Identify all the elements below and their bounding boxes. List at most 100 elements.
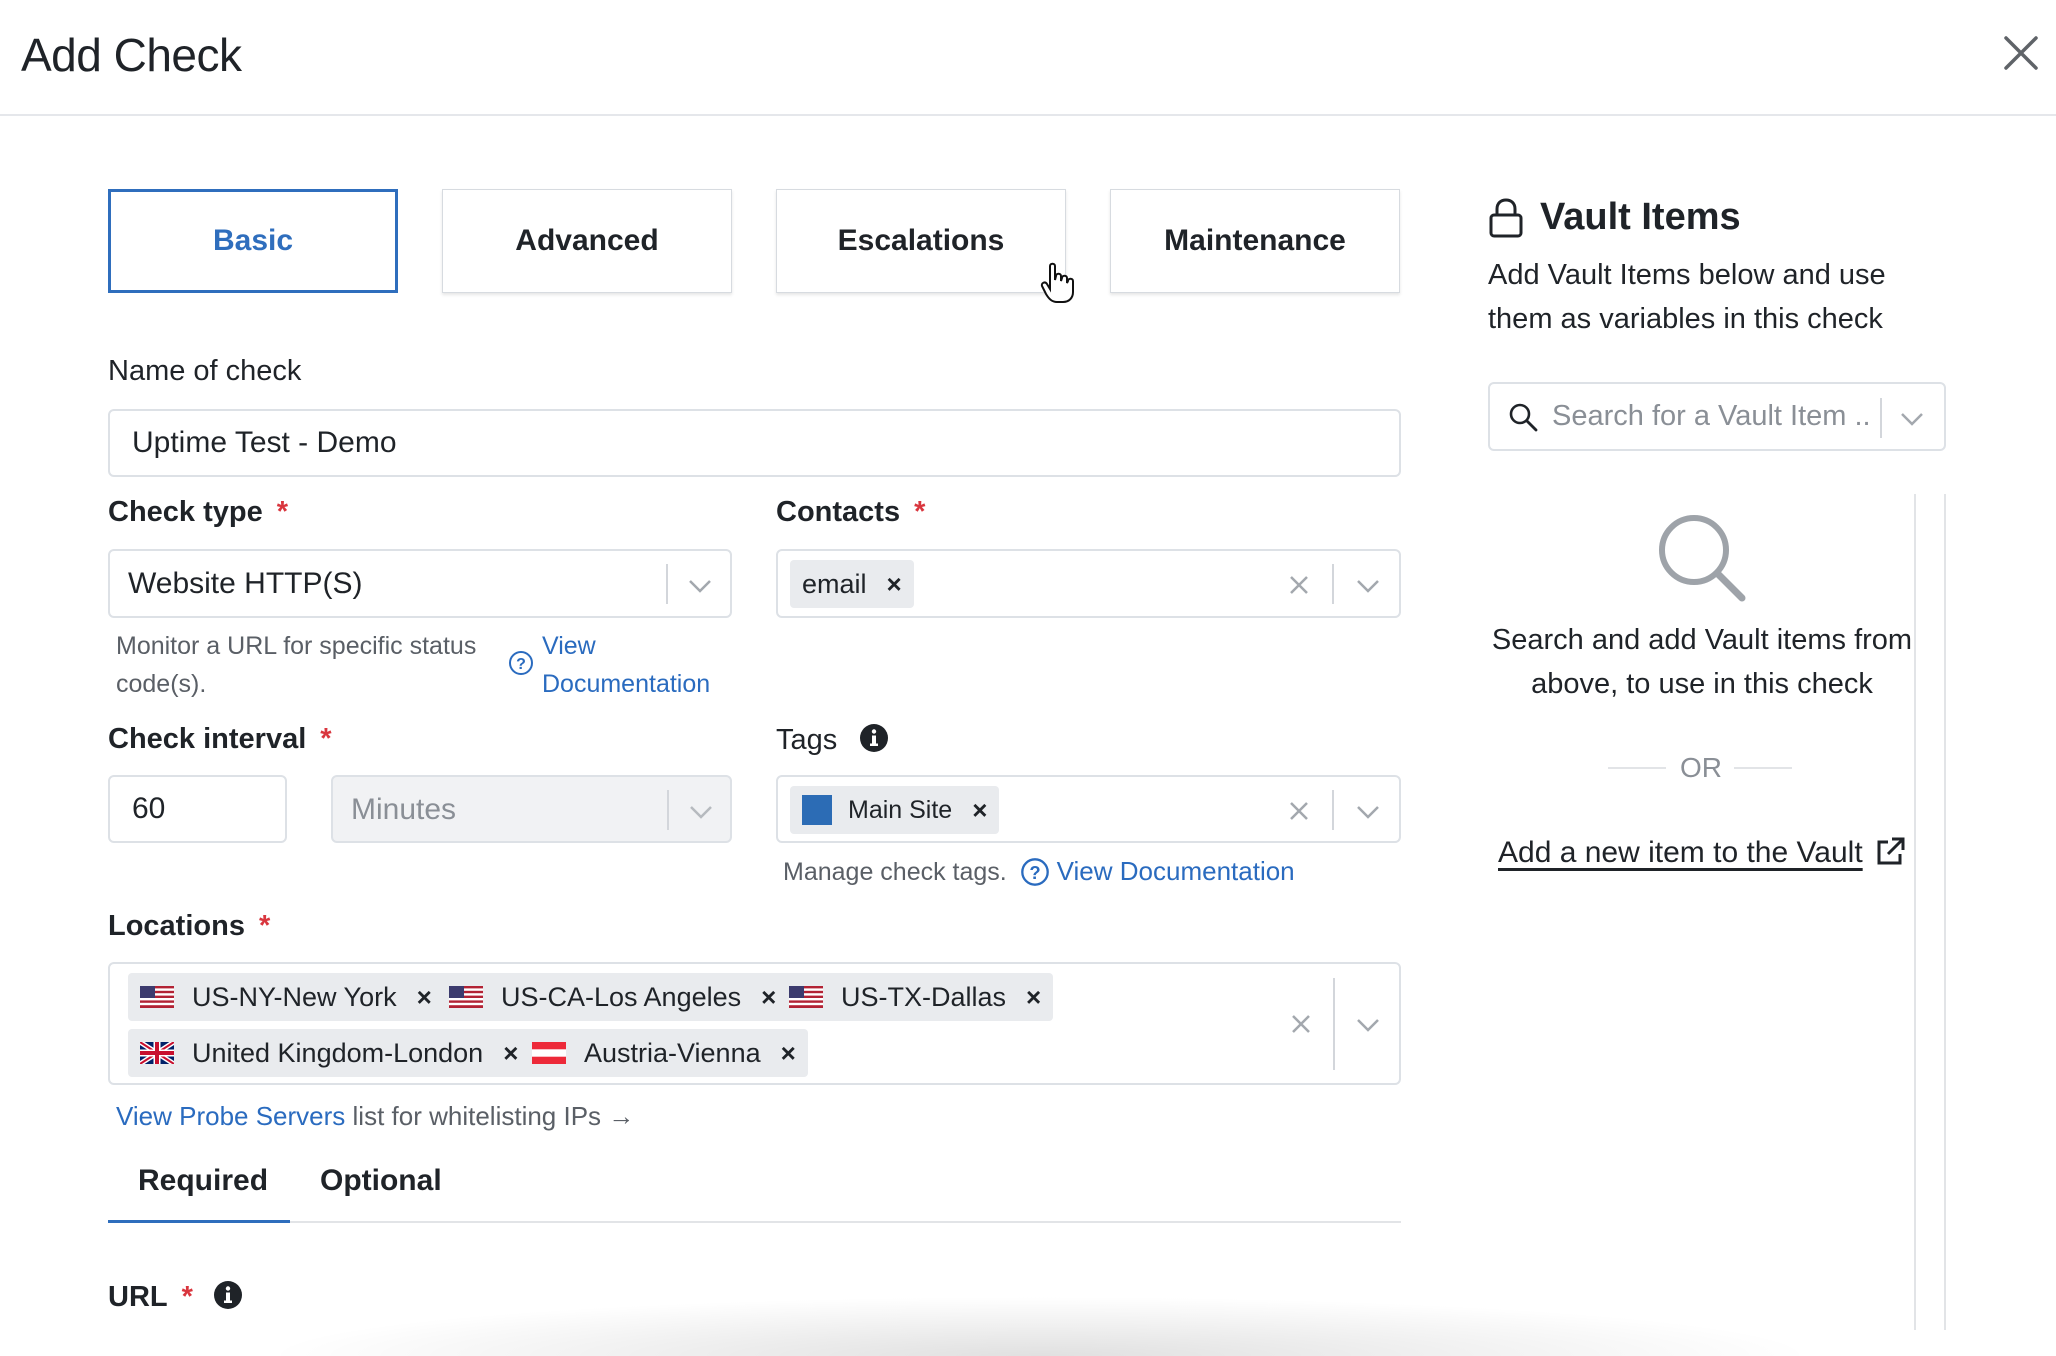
locations-select[interactable]: US-NY-New York × US-CA-Los Angeles × US-TX… bbox=[108, 962, 1401, 1085]
required-mark: * bbox=[320, 723, 332, 755]
required-mark: * bbox=[258, 910, 271, 942]
interval-unit-value: Minutes bbox=[351, 793, 457, 826]
close-icon[interactable] bbox=[1998, 30, 2044, 76]
dialog-header: Add Check bbox=[0, 0, 2056, 116]
info-icon[interactable] bbox=[859, 723, 889, 753]
chevron-down-icon[interactable] bbox=[1356, 579, 1380, 593]
subtab-required[interactable]: Required bbox=[138, 1164, 268, 1198]
select-separator bbox=[667, 790, 669, 830]
question-circle-icon: ? bbox=[1020, 858, 1049, 886]
url-label: URL * bbox=[108, 1280, 243, 1314]
us-flag-icon bbox=[140, 986, 174, 1008]
tab-maintenance[interactable]: Maintenance bbox=[1110, 189, 1400, 293]
contacts-label: Contacts * bbox=[776, 496, 925, 529]
chevron-down-icon[interactable] bbox=[1356, 805, 1380, 819]
contact-chip-label: email bbox=[802, 568, 867, 599]
check-interval-label: Check interval * bbox=[108, 723, 332, 756]
locations-label: Locations * bbox=[108, 910, 270, 943]
svg-text:?: ? bbox=[1029, 862, 1040, 883]
check-interval-input[interactable]: 60 bbox=[108, 775, 287, 843]
contact-chip-email: email × bbox=[790, 560, 914, 608]
check-interval-label-text: Check interval bbox=[108, 723, 307, 755]
us-flag-icon bbox=[789, 986, 823, 1008]
question-circle-icon: ? bbox=[509, 651, 533, 675]
tags-select[interactable]: Main Site × bbox=[776, 775, 1401, 843]
remove-chip-icon[interactable]: × bbox=[417, 982, 432, 1013]
name-of-check-value: Uptime Test - Demo bbox=[132, 426, 397, 459]
location-chip: Austria-Vienna × bbox=[520, 1029, 808, 1077]
remove-chip-icon[interactable]: × bbox=[972, 795, 987, 826]
view-probe-servers-link[interactable]: View Probe Servers bbox=[116, 1101, 345, 1131]
bottom-shadow bbox=[260, 1296, 1820, 1356]
uk-flag-icon bbox=[140, 1042, 174, 1064]
chevron-down-icon[interactable] bbox=[1900, 412, 1924, 426]
check-type-doc-link[interactable]: View Documentation bbox=[542, 627, 742, 703]
location-chip: US-NY-New York × bbox=[128, 973, 444, 1021]
contacts-label-text: Contacts bbox=[776, 496, 901, 528]
tab-advanced[interactable]: Advanced bbox=[442, 189, 732, 293]
check-type-label: Check type * bbox=[108, 496, 288, 529]
select-separator bbox=[1880, 398, 1882, 438]
lock-icon bbox=[1489, 198, 1523, 238]
interval-unit-select: Minutes bbox=[331, 775, 732, 843]
location-chip: United Kingdom-London × bbox=[128, 1029, 531, 1077]
or-divider-right bbox=[1734, 767, 1792, 769]
url-label-text: URL bbox=[108, 1281, 168, 1313]
remove-chip-icon[interactable]: × bbox=[1026, 982, 1041, 1013]
chevron-down-icon[interactable] bbox=[1356, 1018, 1380, 1032]
probe-servers-text: list for whitelisting IPs → bbox=[352, 1101, 635, 1131]
location-chip: US-TX-Dallas × bbox=[777, 973, 1054, 1021]
or-divider-left bbox=[1608, 767, 1666, 769]
select-separator bbox=[666, 564, 668, 604]
tags-label-text: Tags bbox=[776, 724, 838, 756]
select-separator bbox=[1333, 978, 1335, 1070]
contacts-select[interactable]: email × bbox=[776, 549, 1401, 618]
check-type-help: Monitor a URL for specific status code(s… bbox=[116, 632, 477, 698]
location-chip-label: United Kingdom-London bbox=[192, 1037, 484, 1068]
add-vault-item-link[interactable]: Add a new item to the Vault bbox=[1498, 836, 1863, 870]
search-icon bbox=[1509, 403, 1538, 432]
clear-icon[interactable] bbox=[1288, 574, 1310, 596]
tag-chip-main-site: Main Site × bbox=[790, 786, 1000, 834]
tags-help-text: Manage check tags. bbox=[783, 858, 1007, 886]
tags-label: Tags bbox=[776, 723, 889, 757]
probe-servers-help: View Probe Servers list for whitelisting… bbox=[116, 1097, 634, 1135]
vault-search-placeholder: Search for a Vault Item .. bbox=[1552, 400, 1871, 432]
subtab-active-indicator bbox=[108, 1220, 290, 1223]
external-link-icon[interactable] bbox=[1874, 836, 1906, 868]
dialog-title: Add Check bbox=[21, 29, 242, 81]
austria-flag-icon bbox=[532, 1042, 566, 1064]
vault-search-select[interactable]: Search for a Vault Item .. bbox=[1488, 382, 1946, 451]
name-of-check-input[interactable]: Uptime Test - Demo bbox=[108, 409, 1401, 477]
check-type-label-text: Check type bbox=[108, 496, 263, 528]
search-large-icon bbox=[1659, 515, 1746, 602]
vault-title: Vault Items bbox=[1540, 196, 1741, 238]
info-icon[interactable] bbox=[213, 1280, 243, 1310]
tab-basic[interactable]: Basic bbox=[108, 189, 398, 293]
clear-icon[interactable] bbox=[1288, 800, 1310, 822]
subtab-divider bbox=[108, 1221, 1401, 1223]
clear-icon[interactable] bbox=[1290, 1013, 1312, 1035]
tag-color-swatch bbox=[802, 795, 832, 825]
remove-chip-icon[interactable]: × bbox=[781, 1038, 796, 1069]
required-mark: * bbox=[181, 1281, 193, 1313]
subtab-optional[interactable]: Optional bbox=[320, 1164, 442, 1198]
required-mark: * bbox=[914, 496, 926, 528]
location-chip-label: US-NY-New York bbox=[192, 981, 397, 1012]
check-type-value: Website HTTP(S) bbox=[128, 567, 363, 600]
location-chip-label: Austria-Vienna bbox=[584, 1037, 761, 1068]
or-text: OR bbox=[1680, 752, 1722, 783]
select-separator bbox=[1332, 790, 1334, 830]
chevron-down-icon[interactable] bbox=[688, 579, 712, 593]
chevron-down-icon bbox=[690, 806, 712, 819]
tags-help: Manage check tags. ? View Documentation bbox=[783, 852, 1295, 891]
tags-doc-link[interactable]: View Documentation bbox=[1057, 856, 1295, 886]
hand-cursor-icon bbox=[1040, 262, 1074, 303]
us-flag-icon bbox=[449, 986, 483, 1008]
remove-chip-icon[interactable]: × bbox=[761, 982, 776, 1013]
tab-escalations[interactable]: Escalations bbox=[776, 189, 1066, 293]
remove-chip-icon[interactable]: × bbox=[503, 1038, 518, 1069]
remove-chip-icon[interactable]: × bbox=[887, 569, 902, 600]
check-type-select[interactable]: Website HTTP(S) bbox=[108, 549, 732, 618]
location-chip-label: US-TX-Dallas bbox=[841, 981, 1007, 1012]
